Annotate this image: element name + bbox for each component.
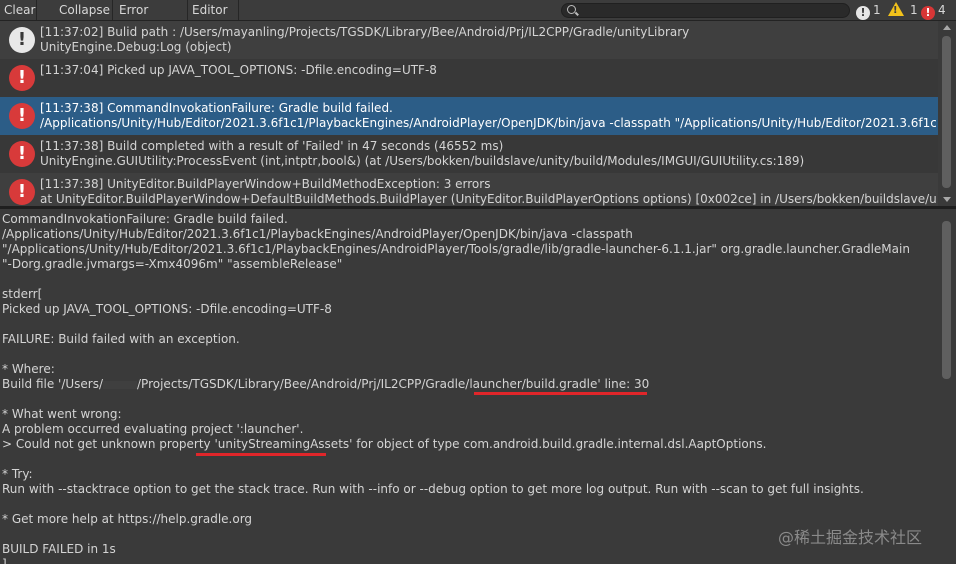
log-row[interactable]: ! [11:37:38] UnityEditor.BuildPlayerWind…: [0, 173, 938, 206]
scrollbar-thumb[interactable]: [942, 36, 951, 188]
scroll-down-icon[interactable]: [943, 197, 951, 202]
redacted-username: [103, 380, 138, 389]
log-message: [11:37:04] Picked up JAVA_TOOL_OPTIONS: …: [40, 63, 437, 77]
info-icon: !: [856, 6, 870, 20]
search-icon: [567, 5, 576, 14]
detail-line: Run with --stacktrace option to get the …: [2, 482, 864, 496]
detail-line-where: Build file '/Users/ /Projects/TGSDK/Libra…: [2, 377, 649, 391]
error-icon: !: [9, 141, 35, 167]
log-stack: UnityEngine.GUIUtility:ProcessEvent (int…: [40, 154, 805, 168]
log-stack: UnityEngine.Debug:Log (object): [40, 40, 232, 54]
log-message: [11:37:38] UnityEditor.BuildPlayerWindow…: [40, 177, 491, 191]
detail-line: * Where:: [2, 362, 55, 376]
scroll-up-icon[interactable]: [943, 25, 951, 30]
detail-line: Picked up JAVA_TOOL_OPTIONS: -Dfile.enco…: [2, 302, 332, 316]
clear-button[interactable]: Clear: [0, 0, 37, 20]
log-row[interactable]: ! [11:37:04] Picked up JAVA_TOOL_OPTIONS…: [0, 59, 938, 97]
detail-line: * Try:: [2, 467, 33, 481]
info-count-toggle[interactable]: ! 1: [856, 0, 881, 20]
detail-line: /Applications/Unity/Hub/Editor/2021.3.6f…: [2, 227, 633, 241]
collapse-button[interactable]: Collapse: [55, 0, 113, 20]
detail-line: ]: [2, 557, 7, 564]
log-list: ! [11:37:02] Bulid path : /Users/mayanli…: [0, 21, 956, 206]
log-detail-pane: CommandInvokationFailure: Gradle build f…: [0, 209, 938, 564]
error-icon: !: [9, 103, 35, 129]
detail-line: * Get more help at https://help.gradle.o…: [2, 512, 253, 526]
detail-text: Build file '/Users/: [2, 377, 104, 391]
log-message: [11:37:38] CommandInvokationFailure: Gra…: [40, 101, 393, 115]
search-input[interactable]: [561, 3, 850, 18]
detail-line: * What went wrong:: [2, 407, 122, 421]
log-row-selected[interactable]: ! [11:37:38] CommandInvokationFailure: G…: [0, 97, 938, 135]
detail-line: CommandInvokationFailure: Gradle build f…: [2, 212, 288, 226]
error-count-toggle[interactable]: ! 4: [921, 0, 946, 20]
editor-dropdown-label: Editor: [192, 3, 228, 17]
error-pause-button[interactable]: Error Pause: [115, 0, 188, 37]
warning-count: 1: [910, 3, 918, 17]
info-icon: !: [9, 27, 35, 53]
warning-icon: !: [888, 2, 904, 16]
detail-line: "/Applications/Unity/Hub/Editor/2021.3.6…: [2, 242, 910, 256]
log-list-scrollbar[interactable]: [938, 21, 956, 206]
info-count: 1: [873, 3, 881, 17]
log-message: [11:37:38] Build completed with a result…: [40, 139, 504, 153]
log-row[interactable]: ! [11:37:02] Bulid path : /Users/mayanli…: [0, 21, 938, 59]
error-icon: !: [9, 179, 35, 205]
detail-line: A problem occurred evaluating project ':…: [2, 422, 304, 436]
log-stack: /Applications/Unity/Hub/Editor/2021.3.6f…: [40, 116, 936, 130]
warning-count-toggle[interactable]: ! 1: [888, 0, 918, 20]
detail-line: "-Dorg.gradle.jvmargs=-Xmx4096m" "assemb…: [2, 257, 343, 271]
detail-text: /Projects/TGSDK/Library/Bee/Android/Prj/…: [137, 377, 650, 391]
detail-line: BUILD FAILED in 1s: [2, 542, 116, 556]
error-icon: !: [9, 65, 35, 91]
log-message: [11:37:02] Bulid path : /Users/mayanling…: [40, 25, 690, 39]
log-row[interactable]: ! [11:37:38] Build completed with a resu…: [0, 135, 938, 173]
watermark: @稀土掘金技术社区: [778, 528, 923, 547]
red-underline-annotation: [196, 453, 326, 456]
detail-line: FAILURE: Build failed with an exception.: [2, 332, 240, 346]
editor-dropdown[interactable]: Editor: [188, 0, 239, 33]
log-stack: at UnityEditor.BuildPlayerWindow+Default…: [40, 192, 936, 206]
error-count: 4: [938, 3, 946, 17]
red-underline-annotation: [474, 392, 647, 395]
detail-line: stderr[: [2, 287, 43, 301]
error-icon: !: [921, 6, 935, 20]
detail-line: > Could not get unknown property 'unityS…: [2, 437, 767, 451]
console-toolbar: Clear Collapse Error Pause Editor !1 !1 …: [0, 0, 956, 37]
detail-scrollbar[interactable]: [938, 209, 956, 564]
scrollbar-thumb[interactable]: [942, 221, 951, 379]
